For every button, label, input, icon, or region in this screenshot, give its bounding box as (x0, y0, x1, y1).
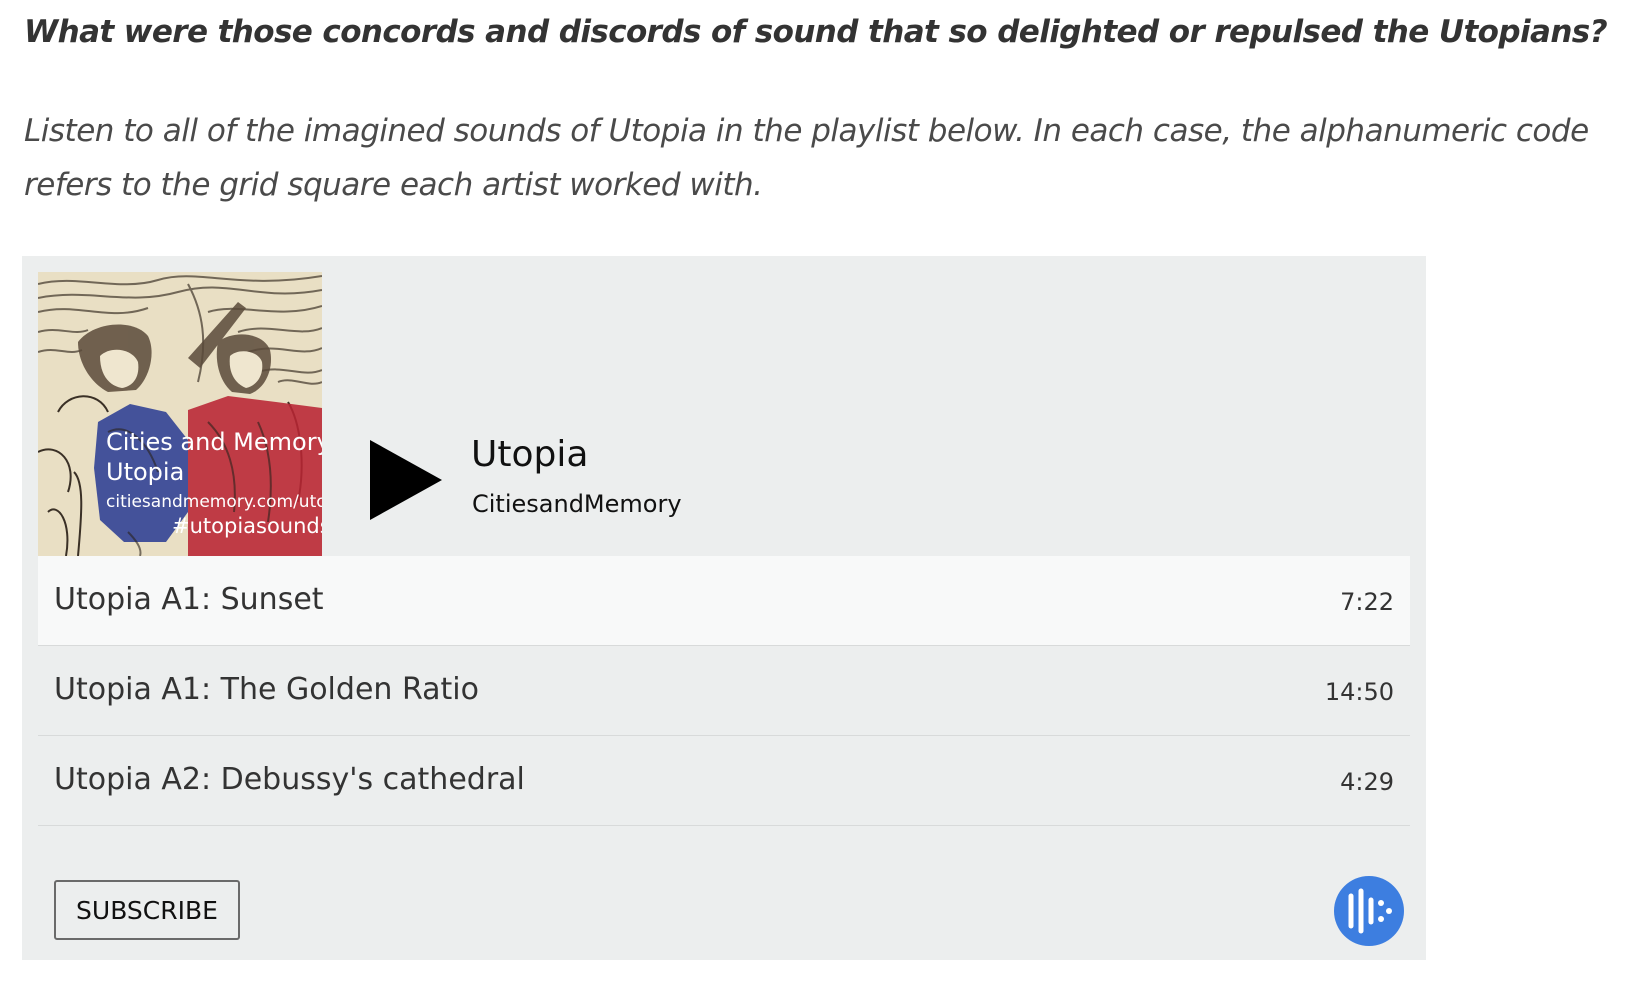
track-row[interactable]: Utopia A2: Debussy's cathedral 4:29 (38, 736, 1410, 826)
audio-playlist-player: Cities and Memory Utopia citiesandmemory… (22, 256, 1426, 960)
artwork-line-3: citiesandmemory.com/utopia (106, 492, 322, 512)
track-name: Utopia A2: Debussy's cathedral (54, 762, 525, 797)
play-icon (370, 440, 442, 520)
track-duration: 14:50 (1324, 678, 1394, 706)
track-name: Utopia A1: The Golden Ratio (54, 672, 479, 707)
track-list: Utopia A1: Sunset 7:22 Utopia A1: The Go… (38, 556, 1410, 826)
album-artwork: Cities and Memory Utopia citiesandmemory… (38, 272, 322, 556)
track-row[interactable]: Utopia A1: The Golden Ratio 14:50 (38, 646, 1410, 736)
podcast-app-icon (1334, 876, 1404, 946)
play-button[interactable] (366, 438, 446, 522)
track-duration: 7:22 (1340, 588, 1394, 616)
artwork-line-1: Cities and Memory (106, 428, 322, 456)
track-name: Utopia A1: Sunset (54, 582, 324, 617)
intro-paragraph: Listen to all of the imagined sounds of … (24, 113, 1589, 203)
track-duration: 4:29 (1340, 768, 1394, 796)
podcast-app-button[interactable] (1334, 876, 1404, 946)
playlist-artist[interactable]: CitiesandMemory (472, 490, 682, 518)
intro-heading: What were those concords and discords of… (24, 14, 1608, 50)
subscribe-button[interactable]: SUBSCRIBE (54, 880, 240, 940)
artwork-line-4: #utopiasounds (172, 514, 322, 538)
artwork-line-2: Utopia (106, 458, 185, 486)
playlist-title[interactable]: Utopia (471, 434, 588, 475)
track-row[interactable]: Utopia A1: Sunset 7:22 (38, 556, 1410, 646)
